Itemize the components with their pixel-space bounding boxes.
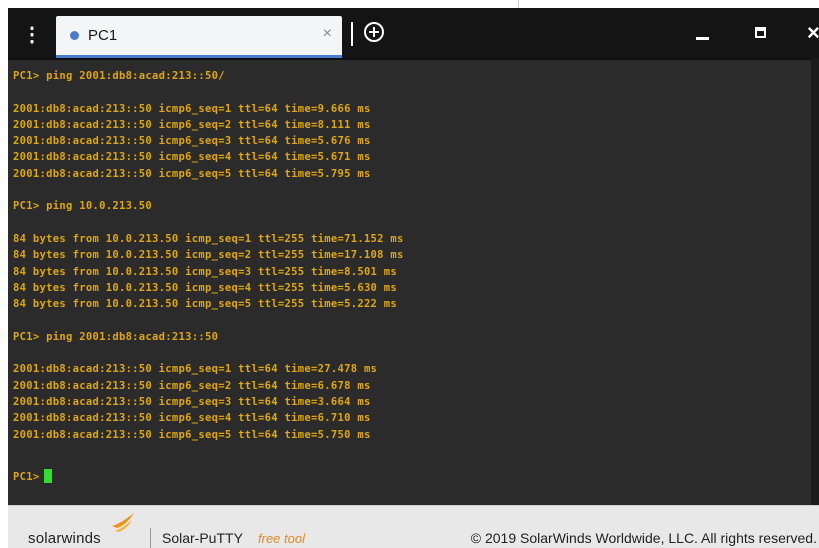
terminal-line: 84 bytes from 10.0.213.50 icmp_seq=2 ttl… <box>13 249 404 262</box>
brand-logo-text: solarwinds <box>28 530 101 547</box>
terminal-prompt: PC1> <box>13 471 40 483</box>
terminal-output[interactable]: PC1> ping 2001:db8:acad:213::50/2001:db8… <box>8 58 811 505</box>
terminal-line: 84 bytes from 10.0.213.50 icmp_seq=5 ttl… <box>13 298 398 311</box>
terminal-cursor <box>43 469 52 483</box>
circle-plus-icon[interactable] <box>363 21 385 43</box>
terminal-line: 2001:db8:acad:213::50 icmp6_seq=4 ttl=64… <box>13 412 371 425</box>
footer-divider <box>150 528 151 548</box>
terminal-line: 2001:db8:acad:213::50 icmp6_seq=4 ttl=64… <box>13 151 371 164</box>
terminal-prompt-line[interactable]: PC1> <box>13 469 52 483</box>
terminal-line: 2001:db8:acad:213::50 icmp6_seq=5 ttl=64… <box>13 167 371 180</box>
terminal-lines: PC1> ping 2001:db8:acad:213::50/2001:db8… <box>13 68 404 443</box>
terminal-line: PC1> ping 2001:db8:acad:213::50 <box>13 330 219 343</box>
copyright-text: © 2019 SolarWinds Worldwide, LLC. All ri… <box>470 530 817 546</box>
close-icon: × <box>807 20 819 45</box>
vertical-ellipsis-icon[interactable]: ⋮ <box>18 22 46 48</box>
terminal-line: 2001:db8:acad:213::50 icmp6_seq=5 ttl=64… <box>13 428 371 441</box>
maximize-button[interactable] <box>746 18 776 48</box>
tab-close-icon[interactable]: × <box>323 25 332 43</box>
terminal-line: 2001:db8:acad:213::50 icmp6_seq=3 ttl=64… <box>13 395 371 408</box>
background-mark <box>518 0 519 8</box>
terminal-line: PC1> ping 10.0.213.50 <box>13 200 153 213</box>
close-window-button[interactable]: × <box>797 18 819 48</box>
minimize-icon <box>696 37 709 40</box>
terminal-line: 2001:db8:acad:213::50 icmp6_seq=1 ttl=64… <box>13 102 371 115</box>
terminal-line: 84 bytes from 10.0.213.50 icmp_seq=3 ttl… <box>13 265 398 278</box>
terminal-line: PC1> ping 2001:db8:acad:213::50/ <box>13 70 225 82</box>
terminal-line: 2001:db8:acad:213::50 icmp6_seq=2 ttl=64… <box>13 118 371 131</box>
terminal-line: 2001:db8:acad:213::50 icmp6_seq=2 ttl=64… <box>13 379 371 392</box>
minimize-button[interactable] <box>688 18 718 48</box>
footer-bar: solarwinds Solar-PuTTY free tool © 2019 … <box>8 505 819 548</box>
terminal-line: 2001:db8:acad:213::50 icmp6_seq=1 ttl=64… <box>13 363 378 376</box>
solarwinds-flame-icon <box>111 512 135 534</box>
product-tag: free tool <box>258 531 305 546</box>
title-bar: ⋮ PC1 × × <box>8 8 819 58</box>
tab-divider <box>351 22 353 46</box>
terminal-scrollbar[interactable] <box>811 58 819 505</box>
terminal-line: 84 bytes from 10.0.213.50 icmp_seq=4 ttl… <box>13 281 398 294</box>
product-name: Solar-PuTTY <box>162 530 243 546</box>
solar-putty-window: ⋮ PC1 × × PC1> ping 2001:db8:acad:213::5… <box>8 8 819 548</box>
terminal-line: 84 bytes from 10.0.213.50 icmp_seq=1 ttl… <box>13 232 404 245</box>
terminal-line: 2001:db8:acad:213::50 icmp6_seq=3 ttl=64… <box>13 135 371 148</box>
tab-label: PC1 <box>88 27 118 44</box>
session-status-dot <box>70 31 79 40</box>
tab-pc1[interactable]: PC1 × <box>56 16 342 58</box>
maximize-icon <box>755 27 766 38</box>
